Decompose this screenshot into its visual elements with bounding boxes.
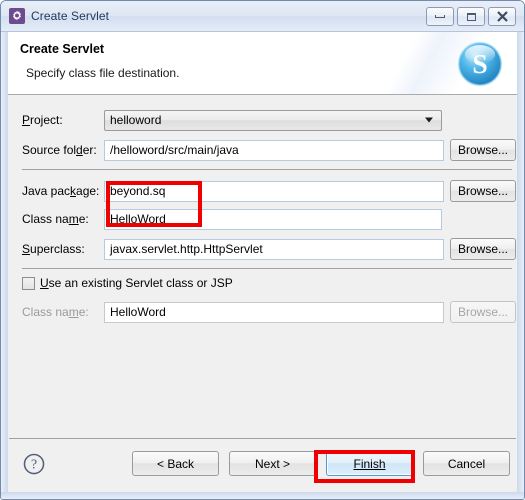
finish-button[interactable]: Finish xyxy=(326,451,413,476)
superclass-row: Superclass: javax.servlet.http.HttpServl… xyxy=(9,238,516,260)
java-package-browse-button[interactable]: Browse... xyxy=(449,180,516,202)
minimize-button[interactable] xyxy=(426,7,454,26)
project-value: helloword xyxy=(110,113,162,127)
maximize-icon xyxy=(466,12,476,21)
source-folder-input[interactable]: /helloword/src/main/java xyxy=(104,139,444,161)
source-folder-browse-label: Browse... xyxy=(457,143,508,157)
help-icon[interactable]: ? xyxy=(23,453,45,475)
use-existing-checkbox-row[interactable]: Use an existing Servlet class or JSP xyxy=(22,276,233,290)
window-frame-left xyxy=(1,1,8,499)
existing-class-name-input[interactable]: HelloWord xyxy=(104,301,444,323)
create-servlet-dialog: Create Servlet Create Servlet Specify cl… xyxy=(0,0,525,500)
existing-class-name-browse-label: Browse... xyxy=(457,305,508,319)
superclass-label: Superclass: xyxy=(22,242,85,256)
project-label: Project: xyxy=(22,113,63,127)
window-frame-right xyxy=(517,1,524,499)
window-controls xyxy=(426,7,516,26)
close-icon xyxy=(496,11,508,22)
existing-class-name-value: HelloWord xyxy=(110,305,166,319)
java-package-value: beyond.sq xyxy=(110,184,166,198)
superclass-browse-label: Browse... xyxy=(457,242,508,256)
window-title: Create Servlet xyxy=(31,9,110,23)
wizard-header: Create Servlet Specify class file destin… xyxy=(8,32,517,95)
class-name-input[interactable]: HelloWord xyxy=(104,208,442,230)
use-existing-label: Use an existing Servlet class or JSP xyxy=(40,276,233,290)
superclass-browse-button[interactable]: Browse... xyxy=(449,238,516,260)
window-frame-bottom xyxy=(1,492,524,499)
footer-button-group: < Back Next > Finish Cancel xyxy=(132,451,510,476)
existing-class-name-row: Class name: HelloWord Browse... xyxy=(9,301,516,323)
minimize-icon xyxy=(435,15,445,18)
chevron-down-icon xyxy=(425,117,433,123)
separator-bottom xyxy=(22,268,512,269)
cancel-button-label: Cancel xyxy=(447,456,486,471)
class-name-value: HelloWord xyxy=(110,212,166,226)
title-bar[interactable]: Create Servlet xyxy=(1,1,524,32)
page-subtitle: Specify class file destination. xyxy=(26,66,180,80)
separator-top xyxy=(22,169,512,170)
class-name-label: Class name: xyxy=(22,212,89,226)
svg-text:S: S xyxy=(472,48,487,79)
source-folder-value: /helloword/src/main/java xyxy=(110,143,239,157)
back-button-label: < Back xyxy=(156,456,195,471)
source-folder-row: Source folder: /helloword/src/main/java … xyxy=(9,139,516,161)
java-package-label: Java package: xyxy=(22,184,100,198)
next-button-label: Next > xyxy=(254,456,290,471)
next-button[interactable]: Next > xyxy=(229,451,316,476)
servlet-s-logo-icon: S xyxy=(457,41,503,87)
existing-class-name-label: Class name: xyxy=(22,305,89,319)
project-combo[interactable]: helloword xyxy=(104,109,442,131)
superclass-input[interactable]: javax.servlet.http.HttpServlet xyxy=(104,238,444,260)
source-folder-browse-button[interactable]: Browse... xyxy=(449,139,516,161)
source-folder-label: Source folder: xyxy=(22,143,97,157)
class-name-row: Class name: HelloWord xyxy=(9,208,516,230)
project-row: Project: helloword xyxy=(9,109,516,131)
cancel-button[interactable]: Cancel xyxy=(423,451,510,476)
finish-button-label: Finish xyxy=(353,456,386,471)
java-package-input[interactable]: beyond.sq xyxy=(104,180,444,202)
superclass-value: javax.servlet.http.HttpServlet xyxy=(110,242,263,256)
use-existing-checkbox[interactable] xyxy=(22,276,35,290)
gear-icon xyxy=(9,8,25,24)
existing-class-name-browse-button: Browse... xyxy=(449,301,516,323)
svg-text:?: ? xyxy=(31,457,37,472)
page-title: Create Servlet xyxy=(20,42,105,56)
back-button[interactable]: < Back xyxy=(132,451,219,476)
java-package-browse-label: Browse... xyxy=(457,184,508,198)
close-button[interactable] xyxy=(488,7,516,26)
java-package-row: Java package: beyond.sq Browse... xyxy=(9,180,516,202)
dialog-footer: ? < Back Next > Finish Cancel xyxy=(9,438,516,491)
maximize-button[interactable] xyxy=(457,7,485,26)
wizard-content: Project: helloword Source folder: /hello… xyxy=(9,95,516,439)
